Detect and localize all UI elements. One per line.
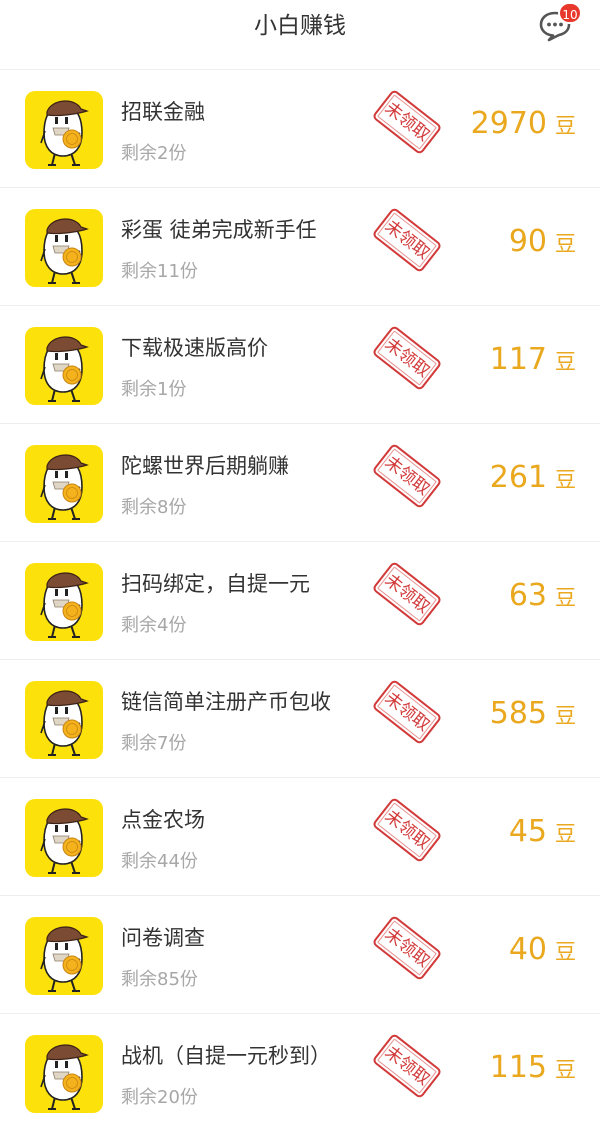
unclaimed-stamp: 未领取 [371, 88, 443, 156]
page-title: 小白赚钱 [254, 13, 346, 39]
reward-amount: 63 [508, 578, 547, 613]
reward-amount: 261 [489, 460, 547, 495]
task-title: 问卷调查 [121, 926, 205, 950]
app-mascot-icon [25, 327, 103, 405]
task-reward: 2970 豆 [471, 106, 576, 141]
task-remaining: 剩余20份 [121, 1087, 198, 1108]
task-title: 战机（自提一元秒到） [121, 1044, 331, 1068]
reward-unit: 豆 [555, 586, 576, 610]
task-reward: 40 豆 [509, 932, 576, 967]
reward-amount: 117 [489, 342, 547, 377]
task-title: 下载极速版高价 [121, 336, 268, 360]
task-row[interactable]: 招联金融 剩余2份 未领取 2970 豆 [0, 70, 600, 188]
reward-unit: 豆 [555, 1058, 576, 1082]
unclaimed-stamp: 未领取 [371, 796, 443, 864]
task-remaining: 剩余44份 [121, 851, 198, 872]
task-list: 招联金融 剩余2份 未领取 2970 豆 彩蛋 徒弟完成新手任 剩余11份 未领… [0, 70, 600, 1132]
unclaimed-stamp: 未领取 [371, 324, 443, 392]
reward-amount: 40 [508, 932, 547, 967]
task-row[interactable]: 下载极速版高价 剩余1份 未领取 117 豆 [0, 306, 600, 424]
reward-amount: 45 [508, 814, 547, 849]
task-row[interactable]: 点金农场 剩余44份 未领取 45 豆 [0, 778, 600, 896]
reward-unit: 豆 [555, 940, 576, 964]
task-row[interactable]: 扫码绑定，自提一元 剩余4份 未领取 63 豆 [0, 542, 600, 660]
reward-unit: 豆 [555, 822, 576, 846]
app-mascot-icon [25, 799, 103, 877]
task-title: 招联金融 [121, 100, 205, 124]
reward-unit: 豆 [555, 468, 576, 492]
unclaimed-stamp: 未领取 [371, 1032, 443, 1100]
task-reward: 115 豆 [490, 1050, 576, 1085]
unclaimed-stamp: 未领取 [371, 206, 443, 274]
app-mascot-icon [25, 563, 103, 641]
app-mascot-icon [25, 681, 103, 759]
reward-amount: 115 [489, 1050, 547, 1085]
task-row[interactable]: 链信简单注册产币包收 剩余7份 未领取 585 豆 [0, 660, 600, 778]
app-mascot-icon [25, 917, 103, 995]
reward-amount: 585 [489, 696, 547, 731]
task-row[interactable]: 问卷调查 剩余85份 未领取 40 豆 [0, 896, 600, 1014]
app-header: 小白赚钱 10 [0, 0, 600, 70]
task-title: 陀螺世界后期躺赚 [121, 454, 289, 478]
task-title: 点金农场 [121, 808, 205, 832]
reward-unit: 豆 [555, 350, 576, 374]
task-reward: 45 豆 [509, 814, 576, 849]
task-reward: 90 豆 [509, 224, 576, 259]
task-title: 彩蛋 徒弟完成新手任 [121, 218, 317, 242]
task-reward: 585 豆 [490, 696, 576, 731]
task-reward: 63 豆 [509, 578, 576, 613]
reward-unit: 豆 [555, 114, 576, 138]
task-title: 链信简单注册产币包收 [121, 690, 331, 714]
reward-amount: 90 [508, 224, 547, 259]
task-remaining: 剩余7份 [121, 733, 187, 754]
task-remaining: 剩余2份 [121, 143, 187, 164]
reward-unit: 豆 [555, 232, 576, 256]
task-reward: 261 豆 [490, 460, 576, 495]
unclaimed-stamp: 未领取 [371, 560, 443, 628]
task-row[interactable]: 战机（自提一元秒到） 剩余20份 未领取 115 豆 [0, 1014, 600, 1132]
task-remaining: 剩余4份 [121, 615, 187, 636]
app-mascot-icon [25, 445, 103, 523]
task-remaining: 剩余1份 [121, 379, 187, 400]
app-mascot-icon [25, 209, 103, 287]
task-remaining: 剩余11份 [121, 261, 198, 282]
task-remaining: 剩余85份 [121, 969, 198, 990]
task-reward: 117 豆 [490, 342, 576, 377]
unclaimed-stamp: 未领取 [371, 678, 443, 746]
task-remaining: 剩余8份 [121, 497, 187, 518]
task-row[interactable]: 彩蛋 徒弟完成新手任 剩余11份 未领取 90 豆 [0, 188, 600, 306]
message-count-badge: 10 [558, 2, 582, 24]
reward-unit: 豆 [555, 704, 576, 728]
app-mascot-icon [25, 1035, 103, 1113]
reward-amount: 2970 [470, 106, 547, 141]
app-mascot-icon [25, 91, 103, 169]
task-title: 扫码绑定，自提一元 [121, 572, 310, 596]
unclaimed-stamp: 未领取 [371, 914, 443, 982]
unclaimed-stamp: 未领取 [371, 442, 443, 510]
messages-button[interactable]: 10 [538, 2, 582, 42]
task-row[interactable]: 陀螺世界后期躺赚 剩余8份 未领取 261 豆 [0, 424, 600, 542]
